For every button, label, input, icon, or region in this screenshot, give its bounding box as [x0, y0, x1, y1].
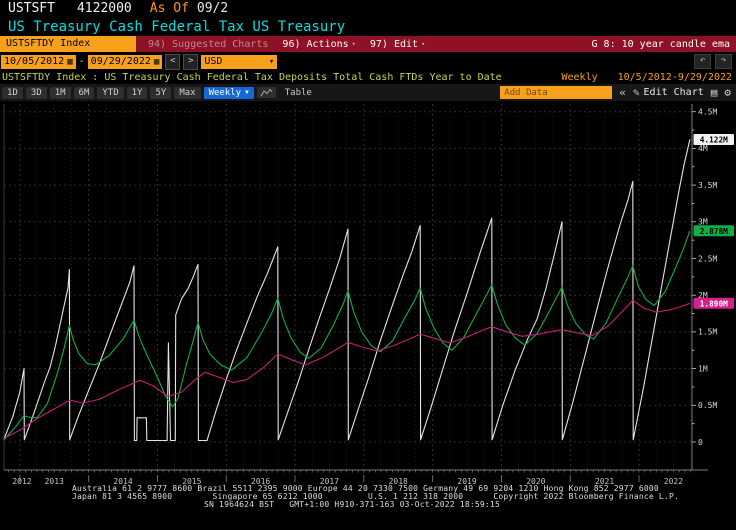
gear-icon[interactable]: ⚙ [724, 86, 731, 99]
svg-text:1.5M: 1.5M [698, 328, 717, 337]
end-date-value: 09/29/2022 [91, 55, 151, 69]
svg-text:2013: 2013 [45, 477, 64, 486]
date-separator: - [79, 56, 85, 67]
date-range-label: 10/5/2012-9/29/2022 [618, 72, 732, 83]
edit-chart-button[interactable]: ✎ Edit Chart [633, 86, 704, 99]
svg-text:1M: 1M [698, 364, 708, 373]
chevron-down-icon: ▾ [421, 40, 425, 48]
header-line1: USTSFT 4122000 As Of 09/2 [0, 0, 736, 17]
ticker-symbol: USTSFT [8, 1, 55, 16]
last-value-badge-ema_fast: 2.878M [694, 225, 735, 236]
frequency-label: Weekly [561, 72, 597, 83]
period-button-1y[interactable]: 1Y [127, 87, 148, 99]
annotate-icon[interactable]: ▤ [711, 86, 718, 99]
undo-redo-group: ↶ ↷ [694, 54, 736, 69]
currency-select[interactable]: USD ▾ [201, 55, 277, 69]
footer-session-line: SN 1964624 BST GMT+1:00 H910-371-163 03-… [204, 500, 500, 509]
svg-text:4.5M: 4.5M [698, 108, 717, 117]
start-date-value: 10/05/2012 [4, 55, 64, 69]
actions-label: 96) Actions [282, 39, 348, 50]
period-button-3d[interactable]: 3D [26, 87, 47, 99]
period-buttons: 1D3D1M6MYTD 1Y5YMax [2, 87, 201, 99]
svg-text:3.5M: 3.5M [698, 181, 717, 190]
currency-value: USD [204, 55, 222, 69]
add-data-input[interactable] [500, 86, 612, 99]
svg-text:1.890M: 1.890M [700, 299, 728, 308]
edit-label: 97) Edit [370, 39, 418, 50]
calendar-icon: ▦ [154, 55, 159, 69]
frequency-value: Weekly [209, 88, 242, 98]
as-of-label: As Of [150, 1, 189, 16]
svg-text:3M: 3M [698, 218, 708, 227]
security-chip[interactable]: USTSFTDY Index [0, 36, 136, 52]
svg-text:4.122M: 4.122M [700, 135, 728, 144]
frequency-dropdown[interactable]: Weekly ▼ [204, 87, 254, 99]
suggested-charts-button[interactable]: 94) Suggested Charts [148, 39, 268, 50]
last-value-badge-ftd_ytd_total: 4.122M [694, 134, 735, 145]
period-button-ytd[interactable]: YTD [97, 87, 123, 99]
chart-title: USTSFTDY Index : US Treasury Cash Federa… [2, 72, 502, 83]
chart-slot-title: G 8: 10 year candle ema [592, 39, 736, 50]
period-button-max[interactable]: Max [174, 87, 200, 99]
chart-title-row: USTSFTDY Index : US Treasury Cash Federa… [0, 70, 736, 84]
edit-chart-label: Edit Chart [644, 87, 704, 98]
security-description: US Treasury Cash Federal Tax US Treasury [0, 17, 736, 36]
end-date-field[interactable]: 09/29/2022 ▦ [88, 55, 163, 69]
period-button-1m[interactable]: 1M [50, 87, 71, 99]
chevron-down-icon: ▼ [245, 89, 249, 96]
redo-icon[interactable]: ↷ [715, 54, 732, 69]
bloomberg-terminal: { "terminal": { "line1": {"ticker":"USTS… [0, 0, 736, 530]
svg-text:2012: 2012 [12, 477, 31, 486]
chart-type-button[interactable] [257, 87, 276, 98]
edit-menu-button[interactable]: 97) Edit ▾ [370, 39, 425, 50]
period-button-1d[interactable]: 1D [2, 87, 23, 99]
as-of-date: 09/2 [197, 1, 228, 16]
chevron-down-icon: ▾ [352, 40, 356, 48]
svg-text:2.878M: 2.878M [700, 227, 728, 236]
chart-axes [4, 104, 708, 482]
collapse-panel-icon[interactable]: « [619, 86, 626, 99]
svg-text:2.5M: 2.5M [698, 254, 717, 263]
period-button-5y[interactable]: 5Y [150, 87, 171, 99]
svg-text:0.5M: 0.5M [698, 401, 717, 410]
actions-menu-button[interactable]: 96) Actions ▾ [282, 39, 355, 50]
price-chart: 2012201320142015201620172018201920202021… [0, 101, 736, 501]
svg-text:4M: 4M [698, 144, 708, 153]
period-button-6m[interactable]: 6M [74, 87, 95, 99]
calendar-icon: ▦ [67, 55, 72, 69]
table-button[interactable]: Table [285, 88, 312, 98]
line-chart-icon [260, 88, 273, 97]
period-back-button[interactable]: < [165, 54, 180, 70]
start-date-field[interactable]: 10/05/2012 ▦ [1, 55, 76, 69]
chevron-down-icon: ▾ [269, 55, 274, 69]
period-forward-button[interactable]: > [183, 54, 198, 70]
pencil-icon: ✎ [633, 86, 640, 99]
ticker-value: 4122000 [77, 1, 132, 16]
last-value-badge-ema_slow: 1.890M [694, 298, 735, 309]
undo-icon[interactable]: ↶ [694, 54, 711, 69]
chart-toolbar: 1D3D1M6MYTD 1Y5YMax Weekly ▼ Table « ✎ Ed… [0, 84, 736, 101]
command-bar: USTSFTDY Index 94) Suggested Charts 96) … [0, 36, 736, 52]
svg-text:0: 0 [698, 438, 703, 447]
svg-text:2022: 2022 [664, 477, 683, 486]
date-range-bar: 10/05/2012 ▦ - 09/29/2022 ▦ < > USD ▾ ↶ … [0, 53, 736, 70]
y-axis-labels: 00.5M1M1.5M2M2.5M3M3.5M4M4.5M [692, 108, 717, 447]
